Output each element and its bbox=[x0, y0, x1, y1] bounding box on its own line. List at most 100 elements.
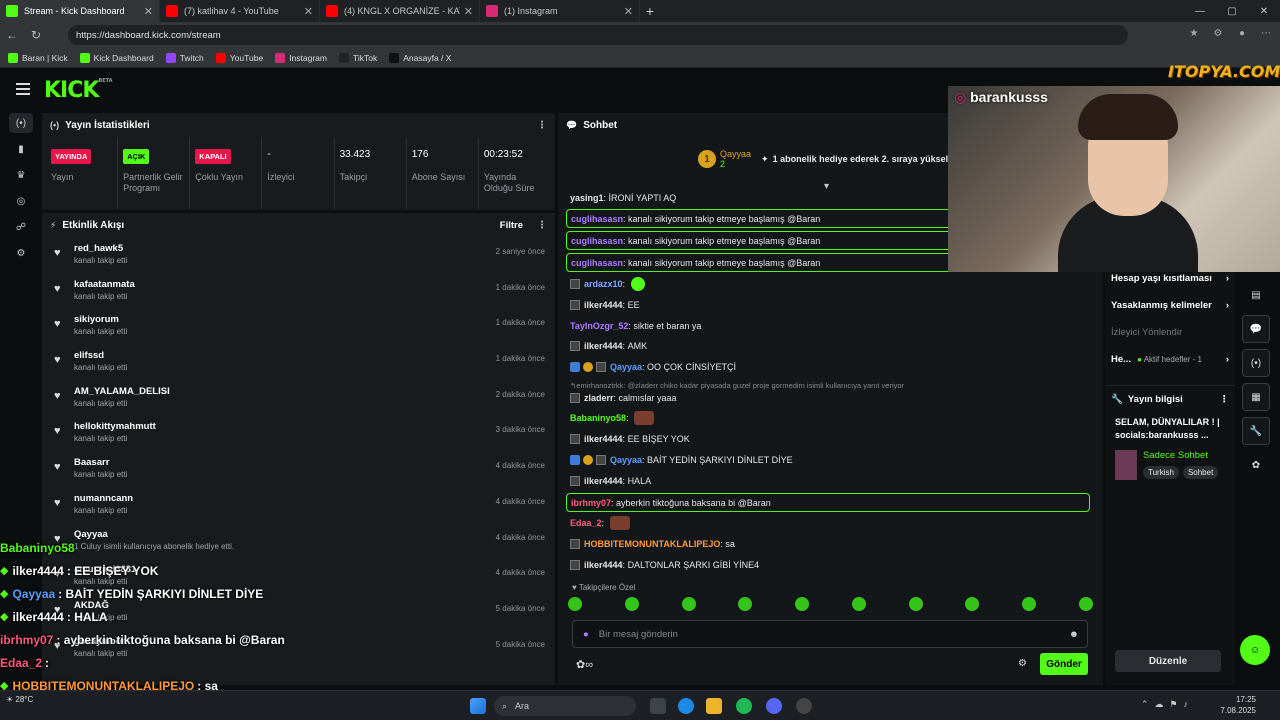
rail-moderation[interactable]: ◎ bbox=[0, 188, 42, 214]
close-tab-icon[interactable]: ✕ bbox=[464, 5, 473, 18]
emote-icon[interactable] bbox=[681, 597, 696, 611]
activity-item[interactable]: ♥ numanncann kanalı takip etti 4 dakika … bbox=[42, 487, 555, 523]
pinned-gift-leaderboard[interactable]: 1 Qayyaa 2 ✦ 1 abonelik hediye ederek 2. … bbox=[698, 149, 948, 169]
more-vertical-icon[interactable]: ⋮ bbox=[537, 120, 547, 131]
chat-message[interactable]: ardazx10: bbox=[570, 275, 645, 293]
chat-username[interactable]: ibrhmy07 bbox=[571, 498, 611, 508]
bookmark-x[interactable]: Anasayfa / X bbox=[389, 52, 451, 63]
emote-icon[interactable] bbox=[795, 597, 810, 611]
chat-username[interactable]: ilker4444 bbox=[584, 434, 623, 444]
activity-user[interactable]: AM_YALAMA_DELISI bbox=[74, 386, 170, 397]
extensions-icon[interactable]: ⚙ bbox=[1210, 26, 1226, 42]
activity-item[interactable]: ♥ sikiyorum kanalı takip etti 1 dakika ö… bbox=[42, 308, 555, 344]
chat-username[interactable]: TayInOzgr_52 bbox=[570, 321, 628, 331]
clock[interactable]: 17:25 7.08.2025 bbox=[1220, 694, 1256, 716]
reload-icon[interactable]: ↻ bbox=[24, 28, 48, 42]
category-name[interactable]: Sadece Sohbet bbox=[1143, 450, 1218, 461]
activity-item[interactable]: ♥ red_hawk5 kanalı takip etti 2 saniye ö… bbox=[42, 237, 555, 273]
chat-message[interactable]: zladerr: calmıslar yaaa bbox=[570, 389, 677, 407]
discord-icon[interactable] bbox=[766, 698, 782, 714]
activity-item[interactable]: ♥ hellokittymahmutt kanalı takip etti 3 … bbox=[42, 415, 555, 451]
rail-settings[interactable]: ⚙ bbox=[0, 240, 42, 266]
chat-message[interactable]: Qayyaa: BAİT YEDİN ŞARKIYI DİNLET DİYE bbox=[570, 451, 793, 469]
chat-username[interactable]: Babaninyo58 bbox=[570, 413, 626, 423]
layout-icon[interactable]: ▦ bbox=[1242, 383, 1270, 411]
chat-toggle-icon[interactable]: 💬 bbox=[1242, 315, 1270, 343]
chat-message[interactable]: TayInOzgr_52: siktie et baran ya bbox=[570, 317, 701, 335]
activity-item[interactable]: ♥ Baasarr kanalı takip etti 4 dakika önc… bbox=[42, 451, 555, 487]
kick-logo[interactable]: KICKBETA bbox=[44, 78, 113, 103]
chat-message[interactable]: ilker4444: DALTONLAR ŞARKI GİBİ YİNE4 bbox=[570, 556, 759, 574]
activity-item[interactable]: ♥ AM_YALAMA_DELISI kanalı takip etti 2 d… bbox=[42, 380, 555, 416]
activity-user[interactable]: sikiyorum bbox=[74, 314, 127, 325]
bookmark-baran-kick[interactable]: Baran | Kick bbox=[8, 52, 68, 63]
tab-youtube-1[interactable]: (7) katlihav 4 - YouTube ✕ bbox=[160, 0, 320, 22]
weather-widget[interactable]: ☀ 28°C bbox=[6, 695, 33, 704]
chat-username[interactable]: zladerr bbox=[584, 393, 614, 403]
windows-start-icon[interactable] bbox=[470, 698, 486, 714]
more-menu-icon[interactable]: ⋯ bbox=[1258, 26, 1274, 42]
tag-chip[interactable]: Sohbet bbox=[1182, 466, 1219, 479]
rail-achievements[interactable]: ♛ bbox=[0, 162, 42, 188]
microphone-icon[interactable]: ● bbox=[583, 629, 589, 640]
edit-button[interactable]: Düzenle bbox=[1115, 650, 1221, 672]
emote-icon[interactable] bbox=[624, 597, 639, 611]
activity-user[interactable]: elifssd bbox=[74, 350, 127, 361]
emoji-icon[interactable]: ☻ bbox=[1069, 629, 1079, 640]
chat-username[interactable]: ilker4444 bbox=[584, 300, 623, 310]
minimize-icon[interactable]: — bbox=[1184, 0, 1216, 22]
infinity-icon[interactable]: ✿∞ bbox=[576, 658, 593, 671]
chat-input[interactable]: ● Bir mesaj gönderin ☻ bbox=[572, 620, 1088, 648]
activity-user[interactable]: hellokittymahmutt bbox=[74, 421, 156, 432]
emote-icon[interactable] bbox=[1078, 597, 1093, 611]
spotify-icon[interactable] bbox=[736, 698, 752, 714]
rail-dashboard[interactable]: ▮ bbox=[0, 136, 42, 162]
activity-user[interactable]: red_hawk5 bbox=[74, 243, 127, 254]
tab-kick-dashboard[interactable]: Stream - Kick Dashboard ✕ bbox=[0, 0, 160, 22]
edge-icon[interactable] bbox=[678, 698, 694, 714]
bookmark-tiktok[interactable]: TikTok bbox=[338, 52, 377, 63]
help-support-icon[interactable]: ☺ bbox=[1240, 635, 1270, 665]
wrench-icon[interactable]: 🔧 bbox=[1242, 417, 1270, 445]
chat-message[interactable]: ilker4444: EE bbox=[570, 296, 640, 314]
chat-message[interactable]: ilker4444: EE BİŞEY YOK bbox=[570, 430, 690, 448]
emote-icon[interactable] bbox=[908, 597, 923, 611]
emote-icon[interactable] bbox=[738, 597, 753, 611]
chat-username[interactable]: Qayyaa bbox=[610, 455, 642, 465]
bookmark-youtube[interactable]: YouTube bbox=[215, 52, 263, 63]
broadcast-icon[interactable]: (•) bbox=[1242, 349, 1270, 377]
chat-username[interactable]: ilker4444 bbox=[584, 476, 623, 486]
chat-username[interactable]: cuglihasasn bbox=[571, 258, 623, 268]
tag-chip[interactable]: Turkish bbox=[1143, 466, 1179, 479]
more-vertical-icon[interactable]: ⋮ bbox=[537, 220, 547, 231]
chat-message[interactable]: ilker4444: AMK bbox=[570, 337, 647, 355]
favorite-star-icon[interactable]: ★ bbox=[1186, 26, 1202, 42]
activity-item[interactable]: ♥ kafaatanmata kanalı takip etti 1 dakik… bbox=[42, 273, 555, 309]
bookmark-kick-dashboard[interactable]: Kick Dashboard bbox=[79, 52, 154, 63]
system-tray-icons[interactable]: ⌃☁⚑♪ bbox=[1141, 699, 1194, 710]
chat-username[interactable]: yasing1 bbox=[570, 193, 604, 203]
profile-icon[interactable]: ● bbox=[1234, 26, 1250, 42]
activity-item[interactable]: ♥ elifssd kanalı takip etti 1 dakika önc… bbox=[42, 344, 555, 380]
maximize-icon[interactable]: ▢ bbox=[1216, 0, 1248, 22]
close-tab-icon[interactable]: ✕ bbox=[304, 5, 313, 18]
hamburger-menu-icon[interactable] bbox=[16, 83, 30, 95]
more-icon[interactable]: ✿ bbox=[1242, 451, 1270, 479]
rail-community[interactable]: ☍ bbox=[0, 214, 42, 240]
tab-instagram[interactable]: (1) Instagram ✕ bbox=[480, 0, 640, 22]
task-view-icon[interactable] bbox=[650, 698, 666, 714]
obs-icon[interactable] bbox=[796, 698, 812, 714]
chat-message[interactable]: HOBBITEMONUNTAKLALIPEJO: sa bbox=[570, 535, 735, 553]
chat-username[interactable]: ilker4444 bbox=[584, 560, 623, 570]
notes-icon[interactable]: ▤ bbox=[1242, 281, 1270, 309]
chat-username[interactable]: ilker4444 bbox=[584, 341, 623, 351]
tab-youtube-2[interactable]: (4) KNGL X ORGANİZE - KATLİHA✕ bbox=[320, 0, 480, 22]
emote-icon[interactable] bbox=[851, 597, 866, 611]
chat-message[interactable]: Qayyaa: OO ÇOK CİNSİYETÇİ bbox=[570, 358, 736, 376]
chat-username[interactable]: ardazx10 bbox=[584, 279, 623, 289]
activity-user[interactable]: Baasarr bbox=[74, 457, 127, 468]
chat-message[interactable]: yasing1: İRONİ YAPTI AQ bbox=[570, 189, 676, 207]
close-tab-icon[interactable]: ✕ bbox=[624, 5, 633, 18]
back-icon[interactable]: ← bbox=[0, 28, 24, 42]
file-explorer-icon[interactable] bbox=[706, 698, 722, 714]
